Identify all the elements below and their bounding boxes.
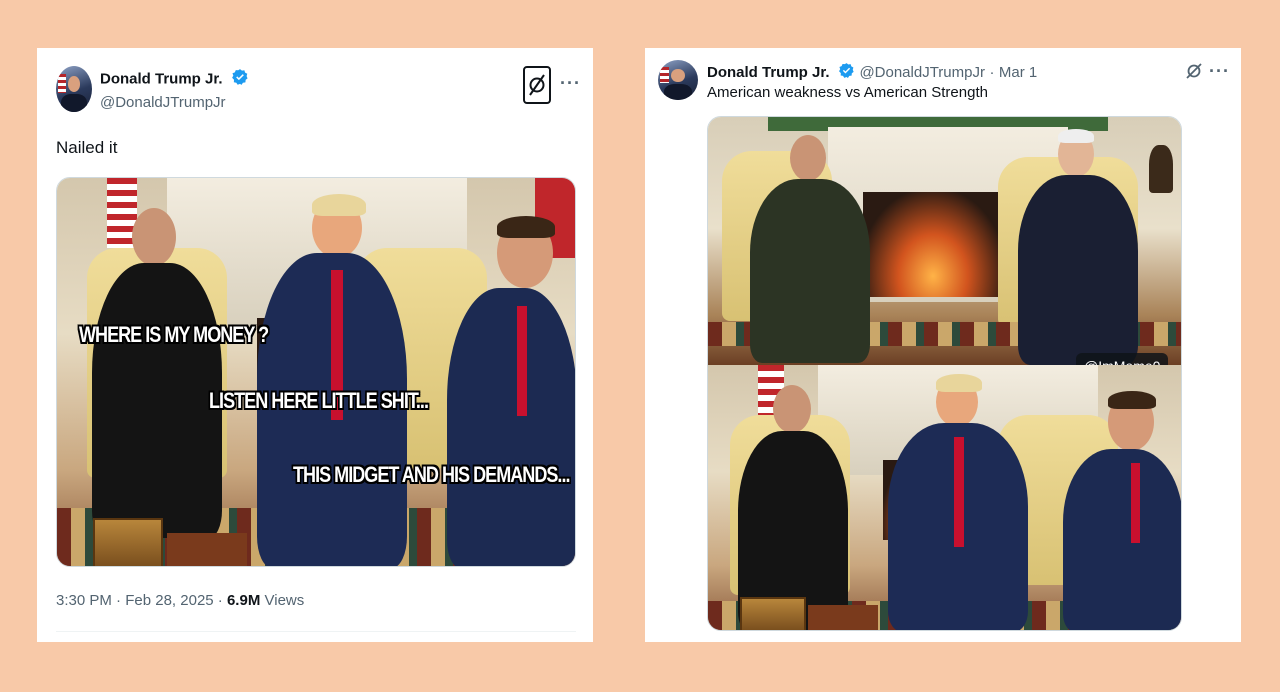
avatar[interactable] [56,66,92,112]
person-right [1018,129,1138,365]
author-line: Donald Trump Jr. @DonaldJTrumpJr · Mar 1 [707,62,1037,84]
tweet-date[interactable]: Mar 1 [999,64,1037,81]
divider [56,631,576,632]
views-count: 6.9M [226,592,261,609]
author-handle[interactable]: @DonaldJTrumpJr [100,94,226,111]
author-name[interactable]: Donald Trump Jr. [707,64,830,81]
person-center [888,374,1028,630]
meme-caption-1: WHERE IS MY MONEY ? [79,322,269,347]
verified-badge-icon [838,62,855,84]
author-block: Donald Trump Jr. [100,68,249,91]
tweet-time[interactable]: 3:30 PM [56,592,112,609]
tweet-text: American weakness vs American Strength [707,84,988,101]
more-options-icon[interactable]: ··· [560,74,581,92]
grok-icon[interactable] [523,66,551,104]
more-options-icon[interactable]: ··· [1209,62,1230,80]
avatar[interactable] [658,60,698,100]
tweet-date[interactable]: Feb 28, 2025 [125,592,213,609]
tweet-media-image[interactable]: @ImMeme0 [707,116,1182,631]
person-left [92,208,222,538]
person-right [417,216,575,566]
tweet-card-right: Donald Trump Jr. @DonaldJTrumpJr · Mar 1… [645,48,1241,642]
meme-caption-3: THIS MIDGET AND HIS DEMANDS... [293,462,570,487]
verified-badge-icon [231,68,249,91]
grok-icon[interactable] [1185,62,1203,80]
author-handle[interactable]: @DonaldJTrumpJr [859,64,985,81]
meme-caption-2: LISTEN HERE LITTLE SHIT... [209,388,429,413]
tweet-text: Nailed it [56,138,118,157]
person-center [257,194,407,566]
tweet-card-left: Donald Trump Jr. @DonaldJTrumpJr ··· Nai… [37,48,593,642]
person-right [1038,391,1181,630]
person-left [738,385,848,630]
person-left [750,135,870,363]
watermark: @ImMeme0 [1076,353,1169,365]
views-label: Views [264,592,305,609]
tweet-meta: 3:30 PM · Feb 28, 2025 · 6.9M Views [56,592,305,609]
tweet-media-image[interactable]: WHERE IS MY MONEY ? LISTEN HERE LITTLE S… [56,177,576,567]
author-name[interactable]: Donald Trump Jr. [100,71,223,88]
